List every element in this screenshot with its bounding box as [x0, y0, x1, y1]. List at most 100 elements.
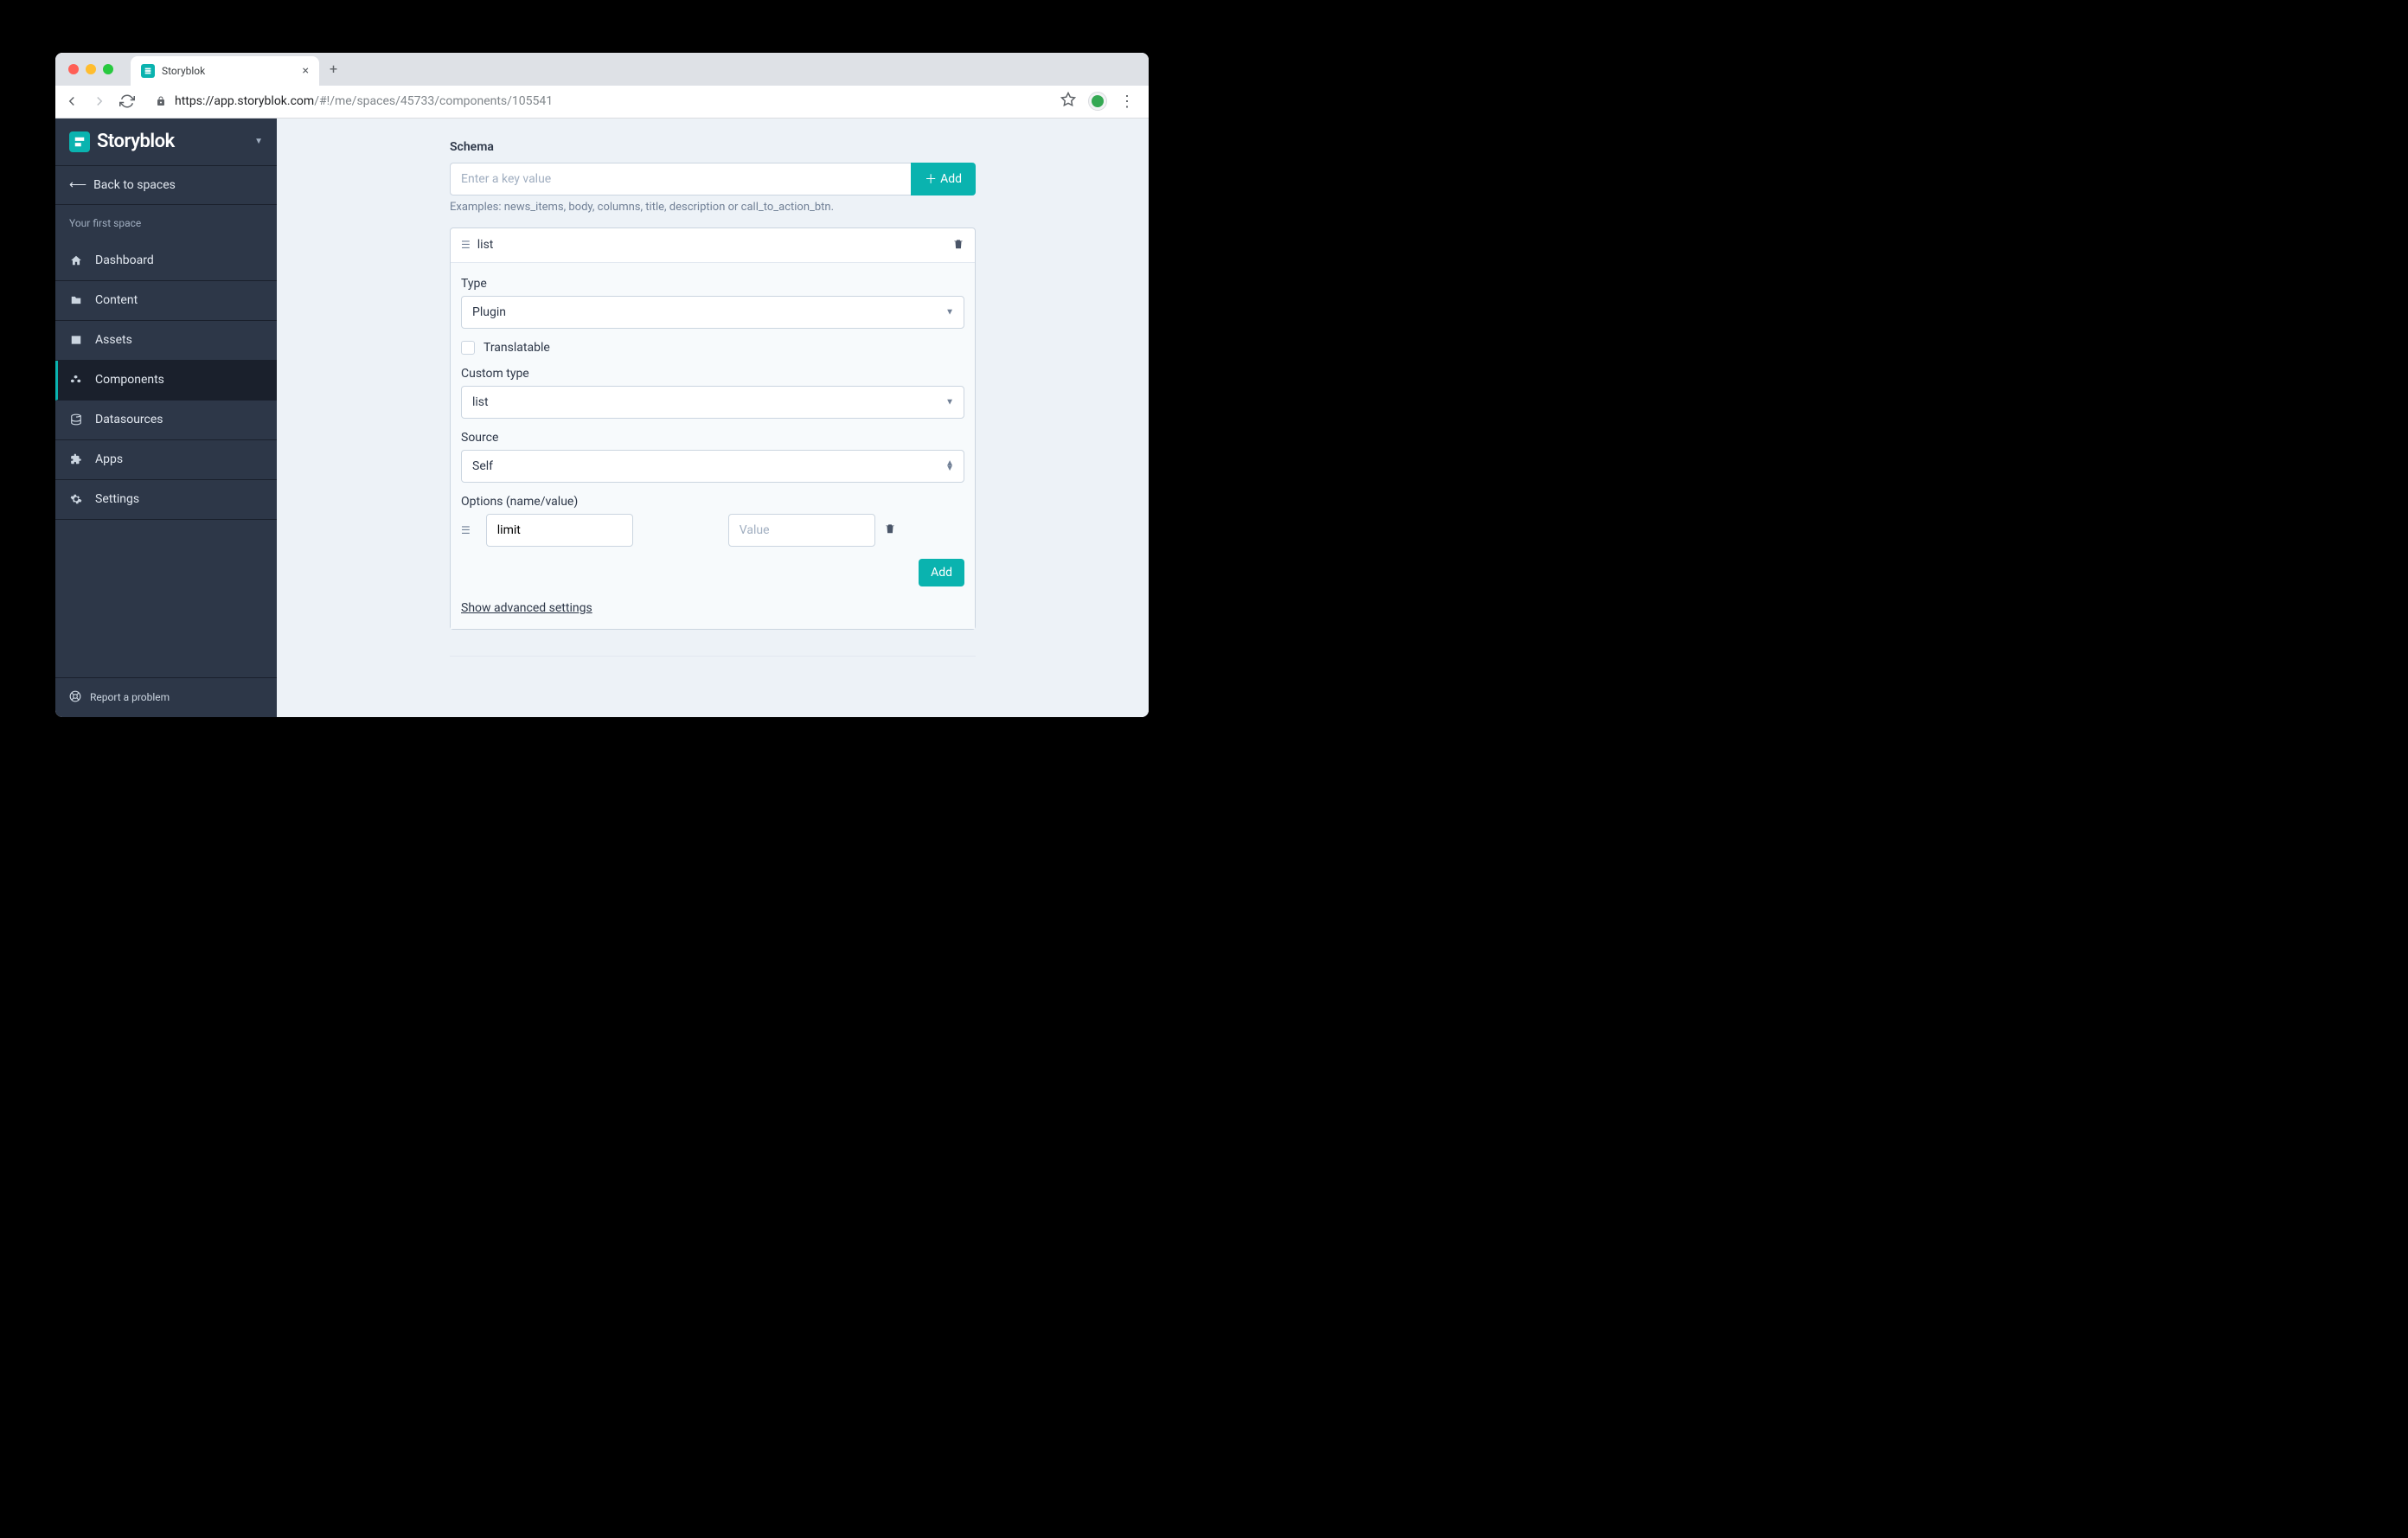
maximize-window-button[interactable]: [103, 64, 113, 74]
source-group: Source Self ▲▼: [461, 431, 964, 483]
url-bar[interactable]: https://app.storyblok.com/#!/me/spaces/4…: [147, 93, 1048, 110]
add-label: Add: [940, 172, 962, 186]
examples-text: Examples: news_items, body, columns, tit…: [450, 201, 976, 214]
type-value: Plugin: [461, 296, 964, 329]
gear-icon: [69, 493, 83, 505]
sidebar-item-label: Dashboard: [95, 253, 154, 267]
sidebar-item-dashboard[interactable]: Dashboard: [55, 241, 277, 281]
type-group: Type Plugin ▼: [461, 277, 964, 329]
back-label: Back to spaces: [93, 178, 176, 192]
sidebar: Storyblok ▼ ⟵ Back to spaces Your first …: [55, 119, 277, 717]
app: Storyblok ▼ ⟵ Back to spaces Your first …: [55, 119, 1149, 717]
close-window-button[interactable]: [68, 64, 79, 74]
field-name: list: [477, 238, 952, 252]
tab-bar: Storyblok × +: [55, 53, 1149, 86]
url-text: https://app.storyblok.com/#!/me/spaces/4…: [175, 94, 553, 108]
back-to-spaces-link[interactable]: ⟵ Back to spaces: [55, 166, 277, 205]
image-icon: [69, 334, 83, 346]
cubes-icon: [69, 374, 83, 386]
new-tab-button[interactable]: +: [330, 61, 337, 77]
source-select[interactable]: Self ▲▼: [461, 450, 964, 483]
sidebar-item-label: Datasources: [95, 413, 163, 426]
sidebar-item-label: Settings: [95, 492, 139, 506]
option-value-input[interactable]: [728, 514, 875, 547]
sidebar-item-apps[interactable]: Apps: [55, 440, 277, 480]
chevron-down-icon: ▼: [945, 307, 954, 317]
tab-title: Storyblok: [162, 65, 296, 77]
sidebar-item-components[interactable]: Components: [55, 361, 277, 401]
key-value-input[interactable]: [450, 163, 911, 195]
chevron-down-icon: ▼: [945, 397, 954, 407]
minimize-window-button[interactable]: [86, 64, 96, 74]
sidebar-item-settings[interactable]: Settings: [55, 480, 277, 520]
address-bar: https://app.storyblok.com/#!/me/spaces/4…: [55, 86, 1149, 119]
database-icon: [69, 413, 83, 426]
reload-button[interactable]: [119, 93, 135, 109]
browser-chrome: Storyblok × + https://app.storyblok.com/…: [55, 53, 1149, 119]
sidebar-item-label: Content: [95, 293, 138, 307]
report-problem-link[interactable]: Report a problem: [55, 677, 277, 717]
sidebar-item-assets[interactable]: Assets: [55, 321, 277, 361]
options-group: Options (name/value) ☰: [461, 495, 964, 547]
translatable-row: Translatable: [461, 341, 964, 355]
field-header[interactable]: ☰ list: [451, 228, 975, 263]
source-label: Source: [461, 431, 964, 445]
advanced-settings-link[interactable]: Show advanced settings: [461, 601, 592, 615]
footer-label: Report a problem: [90, 691, 170, 703]
chevron-down-icon: ▼: [254, 137, 263, 146]
sidebar-item-datasources[interactable]: Datasources: [55, 401, 277, 440]
arrow-left-icon: ⟵: [69, 178, 86, 192]
drag-handle-icon[interactable]: ☰: [461, 524, 471, 536]
puzzle-icon: [69, 453, 83, 465]
toolbar-right: ⋮: [1060, 92, 1135, 111]
sidebar-item-content[interactable]: Content: [55, 281, 277, 321]
divider: [450, 656, 976, 657]
back-button[interactable]: [64, 93, 80, 109]
delete-option-icon[interactable]: [884, 522, 896, 538]
custom-type-select[interactable]: list ▼: [461, 386, 964, 419]
custom-type-group: Custom type list ▼: [461, 367, 964, 419]
space-name-label: Your first space: [55, 205, 277, 241]
brand-name: Storyblok: [97, 131, 175, 152]
plus-icon: ＋: [925, 170, 937, 188]
brand-logo: Storyblok: [69, 131, 254, 152]
type-select[interactable]: Plugin ▼: [461, 296, 964, 329]
add-key-row: ＋ Add: [450, 163, 976, 195]
sort-icon: ▲▼: [945, 461, 954, 471]
browser-menu-icon[interactable]: ⋮: [1119, 93, 1135, 111]
folder-icon: [69, 294, 83, 306]
add-option-wrap: Add: [461, 559, 964, 586]
sidebar-item-label: Apps: [95, 452, 123, 466]
lock-icon: [156, 93, 166, 110]
forward-button[interactable]: [92, 93, 107, 109]
translatable-checkbox[interactable]: [461, 341, 475, 355]
browser-tab[interactable]: Storyblok ×: [131, 56, 319, 86]
bookmark-star-icon[interactable]: [1060, 92, 1076, 111]
traffic-lights: [64, 64, 131, 74]
source-value: Self: [461, 450, 964, 483]
translatable-label: Translatable: [484, 341, 550, 355]
type-label: Type: [461, 277, 964, 291]
drag-handle-icon[interactable]: ☰: [461, 239, 471, 251]
add-option-button[interactable]: Add: [919, 559, 964, 586]
content-column: Schema ＋ Add Examples: news_items, body,…: [450, 119, 976, 678]
close-tab-icon[interactable]: ×: [303, 64, 309, 78]
custom-type-label: Custom type: [461, 367, 964, 381]
tab-favicon-icon: [141, 64, 155, 78]
sidebar-header[interactable]: Storyblok ▼: [55, 119, 277, 166]
profile-avatar[interactable]: [1088, 92, 1107, 111]
option-name-input[interactable]: [486, 514, 633, 547]
sidebar-nav: Dashboard Content Assets Components Data…: [55, 241, 277, 677]
delete-field-icon[interactable]: [952, 237, 964, 253]
custom-type-value: list: [461, 386, 964, 419]
option-row: ☰: [461, 514, 964, 547]
sidebar-item-label: Assets: [95, 333, 132, 347]
add-key-button[interactable]: ＋ Add: [911, 163, 976, 195]
main-content: Schema ＋ Add Examples: news_items, body,…: [277, 119, 1149, 717]
options-label: Options (name/value): [461, 495, 964, 509]
lifebuoy-icon: [69, 690, 81, 705]
schema-field: ☰ list Type Plugin ▼: [450, 227, 976, 630]
brand-logo-icon: [69, 131, 90, 152]
field-body: Type Plugin ▼ Translatable Custom type: [451, 263, 975, 629]
browser-window: Storyblok × + https://app.storyblok.com/…: [55, 53, 1149, 717]
